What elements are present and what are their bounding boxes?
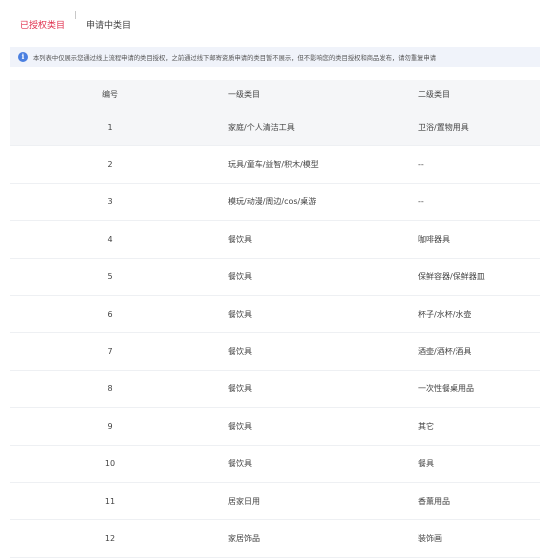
table-body: 1 家庭/个人清洁工具 卫浴/置物用具 2 玩具/童车/益智/积木/模型 -- 3 模玩/动漫… — [10, 109, 540, 558]
table-row: 9 餐饮具 其它 — [10, 408, 540, 446]
cell-secondary-category: -- — [418, 160, 424, 170]
tab-pending-categories[interactable]: 申请中类目 — [86, 20, 131, 32]
cell-primary-category: 餐饮具 — [228, 234, 252, 244]
cell-secondary-category: 保鲜容器/保鲜器皿 — [418, 272, 485, 282]
cell-number: 6 — [107, 309, 113, 319]
cell-primary-category: 玩具/童车/益智/积木/模型 — [228, 160, 319, 170]
cell-secondary-category: 装饰画 — [418, 533, 442, 543]
cell-number: 2 — [107, 160, 113, 170]
table-row: 3 模玩/动漫/周边/cos/桌游 -- — [10, 184, 540, 222]
cell-secondary-category: 香薰用品 — [418, 496, 450, 506]
table-row: 10 餐饮具 餐具 — [10, 446, 540, 483]
category-table: 编号 一级类目 二级类目 1 家庭/个人清洁工具 卫浴/置物用具 2 玩具/童车/益智/… — [10, 80, 540, 558]
cell-number: 4 — [107, 234, 113, 244]
cell-primary-category: 模玩/动漫/周边/cos/桌游 — [228, 197, 317, 207]
table-header: 编号 一级类目 二级类目 — [10, 80, 540, 109]
cell-primary-category: 餐饮具 — [228, 421, 252, 431]
cell-number: 9 — [107, 421, 113, 431]
category-tabs: 已授权类目 申请中类目 — [0, 0, 550, 44]
cell-number: 3 — [107, 197, 113, 207]
cell-number: 11 — [104, 496, 116, 506]
cell-number: 7 — [107, 347, 113, 357]
table-row: 12 家居饰品 装饰画 — [10, 520, 540, 558]
cell-secondary-category: 一次性餐桌用品 — [418, 384, 474, 394]
cell-number: 1 — [107, 122, 113, 132]
cell-secondary-category: 杯子/水杯/水壶 — [418, 309, 472, 319]
table-row: 2 玩具/童车/益智/积木/模型 -- — [10, 146, 540, 184]
table-row: 7 餐饮具 酒壶/酒杯/酒具 — [10, 333, 540, 371]
table-row: 6 餐饮具 杯子/水杯/水壶 — [10, 296, 540, 334]
cell-primary-category: 餐饮具 — [228, 459, 252, 469]
table-row: 4 餐饮具 咖啡器具 — [10, 221, 540, 259]
cell-primary-category: 餐饮具 — [228, 347, 252, 357]
cell-number: 5 — [107, 272, 113, 282]
cell-secondary-category: 其它 — [418, 421, 434, 431]
cell-secondary-category: 酒壶/酒杯/酒具 — [418, 347, 472, 357]
table-row: 8 餐饮具 一次性餐桌用品 — [10, 371, 540, 409]
cell-primary-category: 家居饰品 — [228, 533, 260, 543]
cell-primary-category: 餐饮具 — [228, 272, 252, 282]
cell-primary-category: 餐饮具 — [228, 309, 252, 319]
cell-secondary-category: 咖啡器具 — [418, 234, 450, 244]
table-row: 1 家庭/个人清洁工具 卫浴/置物用具 — [10, 109, 540, 147]
header-primary-category: 一级类目 — [228, 90, 260, 99]
header-secondary-category: 二级类目 — [418, 90, 450, 99]
tab-divider — [75, 11, 77, 19]
info-notice: i 本列表中仅展示您通过线上流程申请的类目授权，之前通过线下邮寄资质申请的类目暂… — [10, 47, 540, 67]
info-icon: i — [18, 52, 28, 62]
cell-secondary-category: -- — [418, 197, 424, 207]
cell-secondary-category: 餐具 — [418, 459, 434, 469]
table-row: 5 餐饮具 保鲜容器/保鲜器皿 — [10, 259, 540, 296]
header-number: 编号 — [102, 90, 118, 99]
cell-primary-category: 家庭/个人清洁工具 — [228, 122, 295, 132]
cell-number: 12 — [104, 533, 116, 543]
cell-secondary-category: 卫浴/置物用具 — [418, 122, 469, 132]
cell-number: 8 — [107, 384, 113, 394]
cell-number: 10 — [104, 459, 116, 469]
cell-primary-category: 餐饮具 — [228, 384, 252, 394]
cell-primary-category: 居家日用 — [228, 496, 260, 506]
tab-authorized-categories[interactable]: 已授权类目 — [20, 20, 65, 32]
table-row: 11 居家日用 香薰用品 — [10, 483, 540, 521]
notice-text: 本列表中仅展示您通过线上流程申请的类目授权，之前通过线下邮寄资质申请的类目暂不展… — [33, 54, 436, 62]
